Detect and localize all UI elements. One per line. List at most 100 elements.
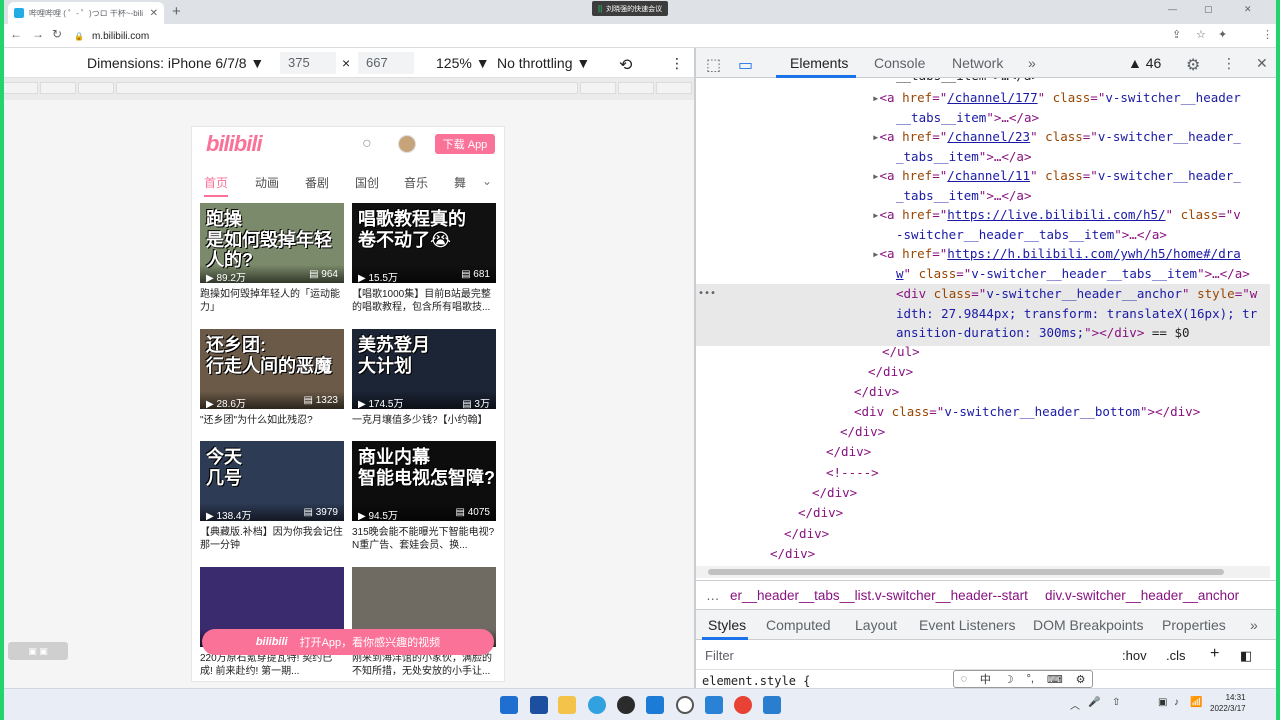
start-icon[interactable] — [500, 696, 518, 714]
inspect-icon[interactable]: ⬚ — [706, 55, 721, 75]
video-card[interactable]: 今天 几号 ▶ 138.4万 ▤ 3979 【典藏版.补档】因为你我会记住那一分钟 — [200, 441, 344, 553]
open-app-banner[interactable]: bilibili 打开App，看你感兴趣的视频 — [202, 629, 494, 655]
task-view-icon[interactable] — [530, 696, 548, 714]
ime-chinese-mode[interactable]: 中 — [980, 671, 991, 687]
dom-node-line[interactable]: </div> — [784, 524, 829, 544]
dimensions-select[interactable]: Dimensions: iPhone 6/7/8 ▼ — [87, 55, 264, 71]
new-rule-icon[interactable]: + — [1210, 645, 1219, 663]
video-title[interactable]: 【唱歌1000集】目前B站最完整的唱歌教程，包含所有唱歌技... — [352, 288, 496, 315]
video-title[interactable]: 跑操如何毁掉年轻人的「运动能力」 — [200, 288, 344, 315]
node-actions-icon[interactable]: ••• — [698, 284, 716, 304]
dom-node-line[interactable]: __tabs__item">…</a> — [896, 108, 1039, 128]
new-tab-button[interactable]: + — [172, 3, 181, 20]
video-card[interactable]: 还乡团: 行走人间的恶魔 ▶ 28.6万 ▤ 1323 "还乡团"为什么如此残忍? — [200, 329, 344, 441]
video-card[interactable]: 商业内幕 智能电视怎智障? ▶ 94.5万 ▤ 4075 315晚会能不能曝光下智能电… — [352, 441, 496, 553]
dom-node-line[interactable]: ▸<a href="/channel/23" class="v-switcher… — [872, 127, 1241, 147]
dom-node-line[interactable]: </div> — [868, 362, 913, 382]
tab-network[interactable]: Network — [952, 55, 1003, 71]
dom-node-line[interactable]: </div> — [798, 503, 843, 523]
tab-properties[interactable]: Properties — [1162, 617, 1226, 633]
video-title[interactable]: 220万原石氪穿提瓦特! 契约已成! 前来赴约! 第一期... — [200, 652, 344, 679]
device-more-icon[interactable]: ⋮ — [670, 55, 684, 72]
element-style-rule[interactable]: element.style { — [702, 674, 810, 688]
share-icon[interactable]: ⇪ — [1172, 28, 1181, 41]
back-button[interactable]: ← — [10, 27, 22, 41]
dom-node-line[interactable]: ansition-duration: 300ms;"></div> == $0 — [896, 323, 1190, 343]
browser-tab[interactable]: 哔哩哔哩 ( ゜- ゜)つロ 干杯~-bili ✕ — [8, 2, 164, 24]
more-style-tabs-icon[interactable]: » — [1250, 617, 1258, 633]
bookmark-star-icon[interactable]: ☆ — [1196, 28, 1206, 41]
zoom-select[interactable]: 125% ▼ — [436, 55, 490, 71]
dom-node-line[interactable]: </div> — [812, 483, 857, 503]
dom-node-line[interactable]: _tabs__item">…</a> — [896, 147, 1031, 167]
dom-node-line[interactable]: idth: 27.9844px; transform: translateX(1… — [896, 304, 1257, 324]
dom-node-line[interactable]: </div> — [826, 442, 871, 462]
dom-link[interactable]: /channel/11 — [947, 168, 1030, 183]
browser-menu-icon[interactable]: ⋮ — [1262, 28, 1273, 41]
height-input[interactable]: 667 — [358, 52, 414, 74]
dom-node-line[interactable]: w" class="v-switcher__header__tabs__item… — [896, 264, 1250, 284]
devtools-menu-icon[interactable]: ⋮ — [1222, 55, 1236, 72]
avatar[interactable] — [398, 135, 416, 153]
sidebar-toggle-icon[interactable]: ◧ — [1240, 648, 1252, 664]
meeting-indicator[interactable]: || 刘晓强的快速会议 — [592, 1, 669, 16]
video-thumbnail[interactable]: 今天 几号 ▶ 138.4万 ▤ 3979 — [200, 441, 344, 521]
device-toggle-icon[interactable]: ▭ — [738, 55, 753, 75]
minimize-button[interactable]: — — [1168, 4, 1177, 14]
ime-keyboard-icon[interactable]: ⌨ — [1047, 673, 1063, 686]
dom-node-line[interactable]: ▸<a href="/channel/177" class="v-switche… — [872, 88, 1241, 108]
circle-app-icon[interactable] — [676, 696, 694, 714]
more-tabs-icon[interactable]: » — [1028, 55, 1036, 71]
chevron-down-icon[interactable]: ⌄ — [482, 174, 492, 188]
dom-link[interactable]: https://live.bilibili.com/h5/ — [947, 207, 1165, 222]
dom-node-line[interactable]: __tabs__item">…</a> — [896, 78, 1039, 86]
maximize-button[interactable]: ▢ — [1204, 4, 1213, 15]
tab-home[interactable]: 首页 — [204, 174, 228, 191]
video-title[interactable]: 【典藏版.补档】因为你我会记住那一分钟 — [200, 526, 344, 553]
styles-filter-input[interactable]: Filter — [705, 648, 734, 663]
media-query-ruler[interactable] — [0, 78, 694, 100]
dom-node-line[interactable]: </ul> — [882, 342, 920, 362]
ime-toolbar[interactable]: ◌ 中 ☽ °, ⌨ ⚙ — [953, 670, 1093, 688]
hov-toggle[interactable]: :hov — [1122, 648, 1147, 663]
file-explorer-icon[interactable] — [558, 696, 576, 714]
dom-node-line[interactable]: _tabs__item">…</a> — [896, 186, 1031, 206]
download-app-button[interactable]: 下载 App — [435, 134, 495, 154]
network-icon[interactable]: 📶 — [1190, 697, 1202, 708]
dom-horizontal-scrollbar[interactable] — [696, 566, 1270, 578]
extensions-icon[interactable]: ✦ — [1218, 28, 1227, 41]
video-card[interactable]: 220万原石氪穿提瓦特! 契约已成! 前来赴约! 第一期... — [200, 567, 344, 679]
throttling-select[interactable]: No throttling ▼ — [497, 55, 590, 71]
issues-badge[interactable]: ▲ 46 — [1128, 55, 1161, 71]
breadcrumb-item[interactable]: er__header__tabs__list.v-switcher__heade… — [730, 588, 1028, 603]
dom-node-line[interactable]: -switcher__header__tabs__item">…</a> — [896, 225, 1167, 245]
dom-node-line[interactable]: </div> — [840, 422, 885, 442]
dom-node-line[interactable]: <!----> — [826, 463, 879, 483]
dom-link[interactable]: /channel/177 — [947, 90, 1037, 105]
dom-node-line[interactable]: ▸<a href="https://h.bilibili.com/ywh/h5/… — [872, 244, 1241, 264]
upload-icon[interactable]: ⇧ — [1112, 697, 1120, 708]
chrome-icon[interactable] — [734, 696, 752, 714]
video-card[interactable]: 美苏登月 大计划 ▶ 174.5万 ▤ 3万 一克月壤值多少钱?【小约翰】 — [352, 329, 496, 441]
dom-node-line[interactable]: <div class="v-switcher__header__bottom">… — [854, 402, 1200, 422]
side-badge[interactable]: ▣ ▣ — [8, 642, 68, 660]
rotate-icon[interactable]: ⟲ — [619, 55, 632, 75]
tab-console[interactable]: Console — [874, 55, 925, 71]
dom-node-line[interactable]: </div> — [770, 544, 815, 564]
mic-icon[interactable]: 🎤 — [1088, 697, 1100, 708]
tab-music[interactable]: 音乐 — [404, 174, 428, 191]
tab-layout[interactable]: Layout — [855, 617, 897, 633]
bilibili-logo[interactable]: bilibili — [206, 131, 263, 157]
width-input[interactable]: 375 — [280, 52, 336, 74]
video-card[interactable]: 唱歌教程真的 卷不动了😭 ▶ 15.5万 ▤ 681 【唱歌1000集】目前B站最完整… — [352, 203, 496, 315]
settings-gear-icon[interactable]: ⚙ — [1186, 55, 1200, 75]
dom-node-line[interactable]: </div> — [854, 382, 899, 402]
tab-anime[interactable]: 动画 — [255, 174, 279, 191]
devtools-close-icon[interactable]: ✕ — [1256, 55, 1268, 72]
dom-node-line[interactable]: ▸<a href="/channel/11" class="v-switcher… — [872, 166, 1241, 186]
video-thumbnail[interactable]: 跑操 是如何毁掉年轻人的? ▶ 89.2万 ▤ 964 — [200, 203, 344, 283]
tab-computed[interactable]: Computed — [766, 617, 831, 633]
dom-node-line[interactable]: ▸<a href="https://live.bilibili.com/h5/"… — [872, 205, 1241, 225]
vscode-icon[interactable] — [705, 696, 723, 714]
volume-icon[interactable]: ♪ — [1174, 697, 1179, 708]
